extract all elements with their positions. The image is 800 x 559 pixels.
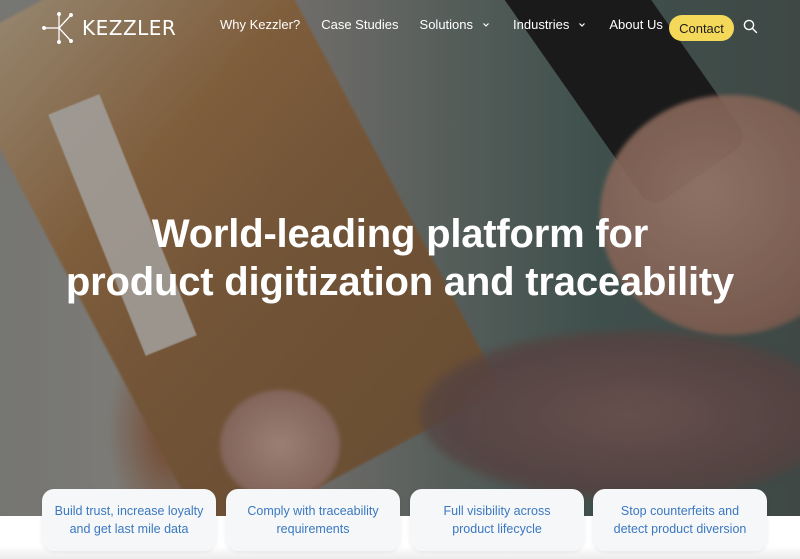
nav-item-label: Industries	[513, 17, 570, 32]
hero-headline-line-1: World-leading platform for	[151, 212, 649, 256]
feature-card-line-2: and get last mile data	[69, 522, 189, 536]
feature-card-stop-counterfeits[interactable]: Stop counterfeits and detect product div…	[593, 489, 767, 551]
feature-card-text: Full visibility across product lifecycle	[444, 502, 551, 538]
feature-card-line-2: product lifecycle	[452, 522, 542, 536]
feature-card-line-1: Full visibility across	[443, 504, 551, 518]
feature-card-comply-traceability[interactable]: Comply with traceability requirements	[226, 489, 400, 551]
nav-item-label: Solutions	[419, 17, 474, 32]
feature-card-line-1: Stop counterfeits and	[620, 504, 740, 518]
nav-item-solutions[interactable]: Solutions	[420, 17, 490, 32]
search-icon[interactable]	[743, 19, 758, 34]
feature-card-full-visibility[interactable]: Full visibility across product lifecycle	[410, 489, 584, 551]
feature-cards: Build trust, increase loyalty and get la…	[42, 489, 767, 551]
feature-card-text: Build trust, increase loyalty and get la…	[55, 502, 204, 538]
feature-card-line-2: detect product diversion	[613, 522, 747, 536]
site-header: KEZZLER Why Kezzler? Case Studies Soluti…	[0, 0, 800, 56]
logo-wordmark: KEZZLER	[82, 16, 177, 40]
chevron-down-icon	[579, 22, 586, 27]
nav-item-label: Case Studies	[321, 17, 399, 32]
feature-card-line-2: requirements	[276, 522, 350, 536]
nav-item-label: Why Kezzler?	[220, 17, 301, 32]
nav-item-label: About Us	[609, 17, 663, 32]
feature-card-line-1: Build trust, increase loyalty	[54, 504, 204, 518]
chevron-down-icon	[483, 22, 489, 27]
kezzler-logo-icon	[42, 12, 73, 44]
contact-button[interactable]: Contact	[669, 15, 734, 41]
hero-headline: World-leading platform for product digit…	[0, 210, 800, 306]
feature-card-text: Comply with traceability requirements	[247, 502, 378, 538]
nav-item-case-studies[interactable]: Case Studies	[321, 17, 398, 32]
feature-card-line-1: Comply with traceability	[247, 504, 379, 518]
hero-headline-line-2: product digitization and traceability	[65, 260, 735, 304]
nav-item-industries[interactable]: Industries	[513, 17, 586, 32]
nav-item-why-kezzler[interactable]: Why Kezzler?	[220, 17, 300, 32]
feature-card-build-trust[interactable]: Build trust, increase loyalty and get la…	[42, 489, 216, 551]
feature-card-text: Stop counterfeits and detect product div…	[614, 502, 747, 538]
main-nav: Why Kezzler? Case Studies Solutions Indu…	[220, 17, 680, 32]
logo-link[interactable]: KEZZLER	[42, 11, 176, 45]
